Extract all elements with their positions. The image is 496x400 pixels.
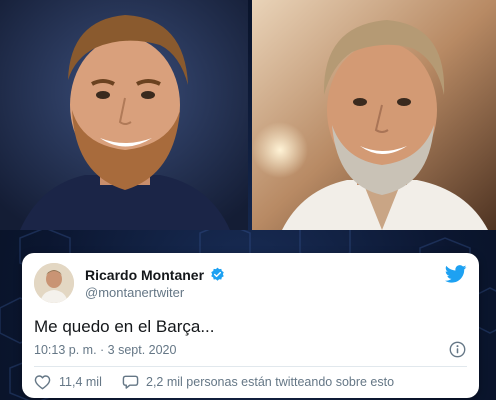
tweet-text: Me quedo en el Barça... xyxy=(34,317,215,336)
tweet-card: Ricardo Montaner @montanertwiter Me qued… xyxy=(22,253,479,398)
right-photo xyxy=(252,0,496,230)
grey-haired-man-illustration xyxy=(252,0,496,230)
like-count: 11,4 mil xyxy=(59,375,102,389)
left-photo xyxy=(0,0,248,230)
conversation-link[interactable]: 2,2 mil personas están twitteando sobre … xyxy=(146,375,394,389)
heart-icon[interactable] xyxy=(34,374,51,390)
speech-bubble-icon[interactable] xyxy=(122,374,139,390)
meme-image: Ricardo Montaner @montanertwiter Me qued… xyxy=(0,0,496,400)
author-name[interactable]: Ricardo Montaner xyxy=(85,267,204,283)
info-icon[interactable] xyxy=(449,341,466,358)
bearded-man-illustration xyxy=(0,0,248,230)
author-avatar[interactable] xyxy=(34,263,74,303)
twitter-bird-icon[interactable] xyxy=(445,265,467,283)
author-handle[interactable]: @montanertwiter xyxy=(85,285,184,300)
tweet-timestamp[interactable]: 10:13 p. m. · 3 sept. 2020 xyxy=(34,343,176,357)
tweet-divider xyxy=(34,366,467,367)
verified-badge-icon xyxy=(211,267,224,281)
avatar-image xyxy=(34,263,74,303)
